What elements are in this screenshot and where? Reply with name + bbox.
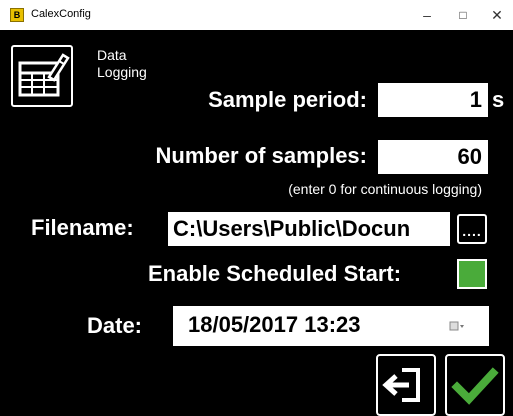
filename-input[interactable]: C:\Users\Public\Docun — [168, 212, 450, 246]
app-icon: B — [10, 8, 24, 22]
main-panel: Data Logging Sample period: 1 s Number o… — [0, 30, 513, 416]
section-title: Data Logging — [97, 47, 147, 80]
filename-label: Filename: — [31, 215, 134, 240]
num-samples-label: Number of samples: — [155, 143, 368, 168]
window-title: CalexConfig — [31, 8, 91, 20]
num-samples-input[interactable]: 60 — [378, 140, 488, 174]
sample-period-unit: s — [492, 87, 505, 112]
title-bar: B CalexConfig – □ ✕ — [0, 0, 513, 30]
scheduled-start-checkbox[interactable] — [457, 259, 487, 289]
minimize-button[interactable]: – — [412, 4, 442, 26]
exit-button[interactable] — [376, 354, 436, 416]
table-edit-icon — [11, 45, 73, 107]
date-picker[interactable]: 18/05/2017 13:23 — [173, 306, 489, 346]
scheduled-start-label: Enable Scheduled Start: — [148, 261, 402, 286]
confirm-button[interactable] — [445, 354, 505, 416]
sample-period-input[interactable]: 1 — [378, 83, 488, 117]
num-samples-hint: (enter 0 for continuous logging) — [288, 181, 482, 197]
sample-period-label: Sample period: — [208, 87, 367, 112]
exit-icon — [382, 368, 420, 402]
checkmark-icon — [451, 367, 499, 405]
calendar-dropdown-icon[interactable] — [449, 320, 465, 332]
browse-button[interactable]: .... — [457, 214, 487, 244]
close-button[interactable]: ✕ — [482, 4, 512, 26]
date-value: 18/05/2017 13:23 — [188, 312, 361, 337]
maximize-button[interactable]: □ — [448, 4, 478, 26]
date-label: Date: — [87, 313, 143, 338]
